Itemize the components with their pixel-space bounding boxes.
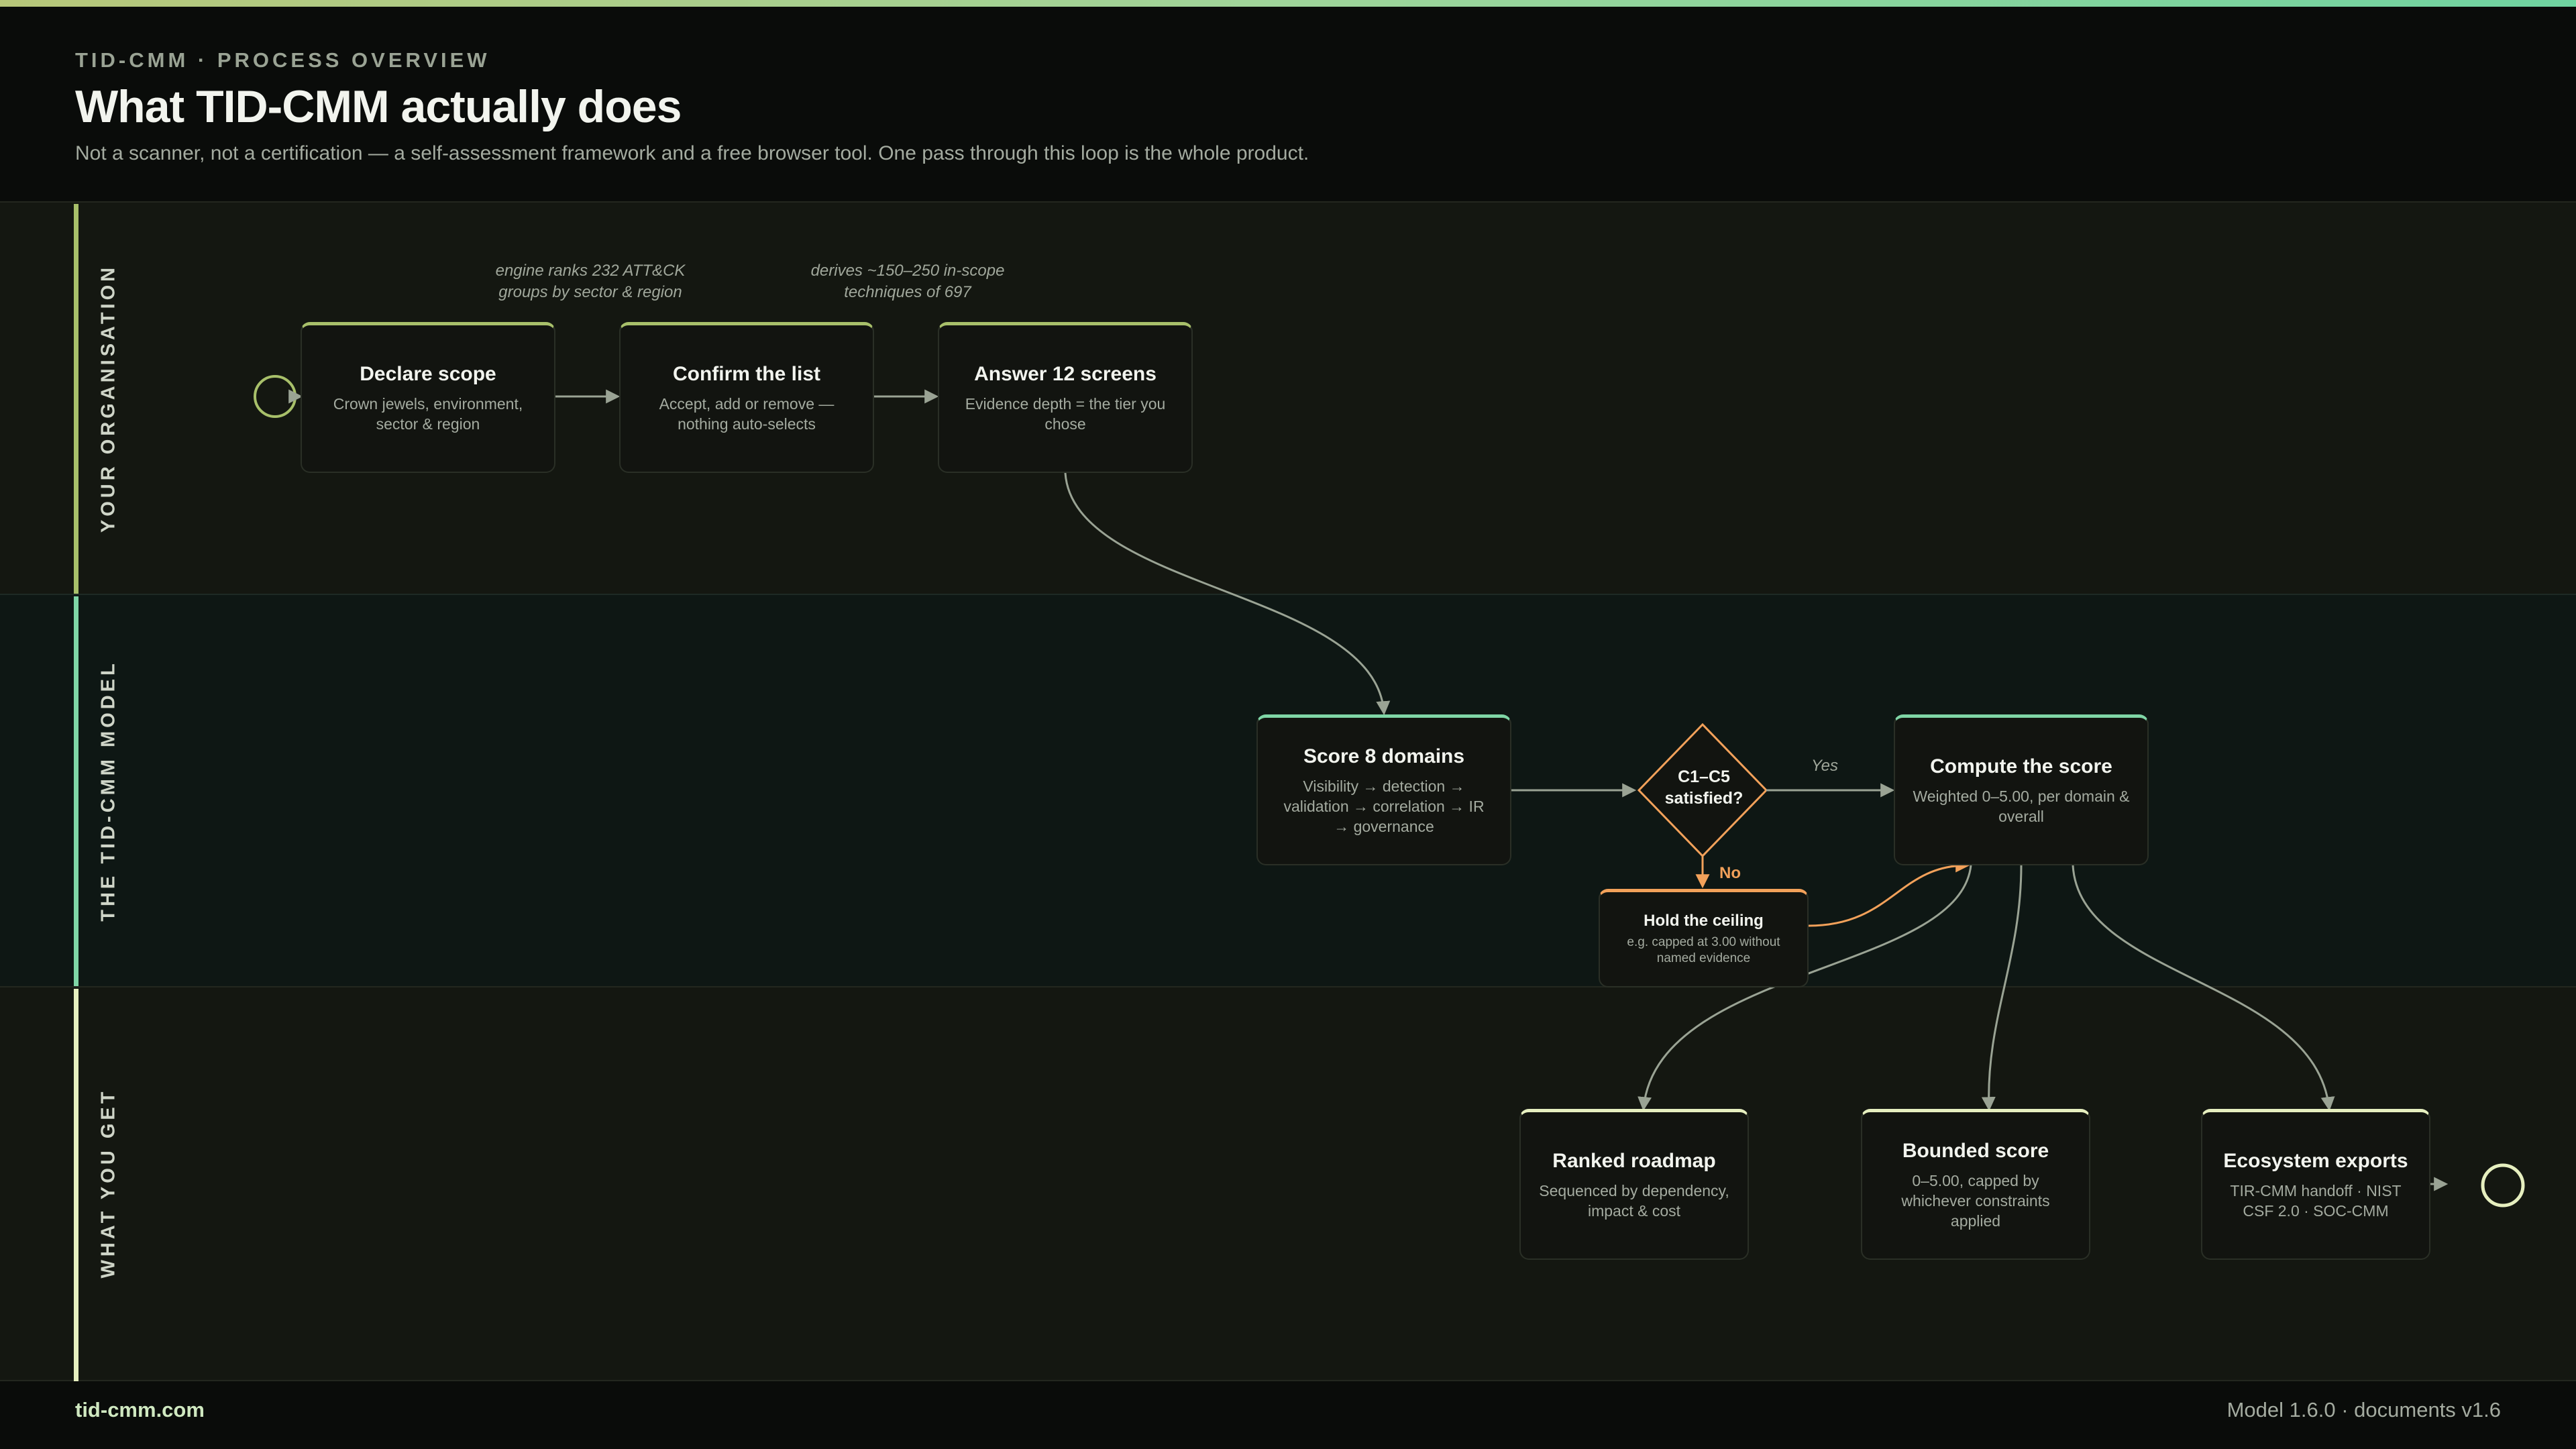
start-event (254, 375, 297, 418)
edge-label-no: No (1719, 864, 1741, 882)
arrow-ceiling-to-compute (1808, 858, 1970, 927)
page-footer: tid-cmm.com Model 1.6.0 · documents v1.6 (0, 1382, 2576, 1449)
edge-label-yes: Yes (1811, 757, 1839, 775)
node-confirm-list: Confirm the list Accept, add or remove —… (619, 322, 874, 473)
node-bounded-score: Bounded score 0–5.00, capped by whicheve… (1861, 1109, 2090, 1260)
version-label: Model 1.6.0 · documents v1.6 (2226, 1398, 2501, 1421)
node-ranked-roadmap: Ranked roadmap Sequenced by dependency, … (1519, 1109, 1749, 1260)
arrow-compute-to-exports (2072, 865, 2335, 1112)
node-title: Declare scope (360, 363, 496, 385)
node-score-domains: Score 8 domains Visibility → detection →… (1256, 714, 1511, 865)
node-title: Answer 12 screens (974, 363, 1157, 385)
node-compute-score: Compute the score Weighted 0–5.00, per d… (1894, 714, 2149, 865)
node-hold-ceiling: Hold the ceiling e.g. capped at 3.00 wit… (1599, 889, 1809, 987)
node-description: 0–5.00, capped by whichever constraints … (1901, 1172, 2050, 1230)
node-description: Accept, add or remove — nothing auto-sel… (659, 395, 835, 433)
node-description: Evidence depth = the tier you chose (965, 395, 1166, 433)
node-title: Hold the ceiling (1644, 912, 1764, 930)
annotation-engine-ranks: engine ranks 232 ATT&CK groups by sector… (495, 262, 686, 301)
node-declare-scope: Declare scope Crown jewels, environment,… (301, 322, 555, 473)
node-description: Visibility → detection → validation → co… (1283, 777, 1485, 835)
arrow-compute-to-bounded (1981, 865, 2023, 1112)
node-ecosystem-exports: Ecosystem exports TIR-CMM handoff · NIST… (2201, 1109, 2430, 1260)
node-title: Ranked roadmap (1552, 1150, 1716, 1172)
node-description: TIR-CMM handoff · NIST CSF 2.0 · SOC-CMM (2230, 1182, 2402, 1220)
node-description: Crown jewels, environment, sector & regi… (333, 395, 523, 433)
end-event (2481, 1163, 2525, 1208)
decision-label: C1–C5 satisfied? (1664, 767, 1743, 808)
node-description: e.g. capped at 3.00 without named eviden… (1627, 935, 1780, 965)
node-answer-screens: Answer 12 screens Evidence depth = the t… (938, 322, 1193, 473)
arrow-answer-to-score (1064, 472, 1391, 716)
annotation-derives-techniques: derives ~150–250 in-scope techniques of … (810, 262, 1005, 301)
node-title: Bounded score (1902, 1140, 2049, 1162)
node-description: Sequenced by dependency, impact & cost (1539, 1182, 1729, 1220)
node-title: Score 8 domains (1303, 745, 1465, 767)
site-link[interactable]: tid-cmm.com (75, 1398, 205, 1422)
node-title: Ecosystem exports (2223, 1150, 2408, 1172)
node-description: Weighted 0–5.00, per domain & overall (1913, 788, 2130, 825)
node-title: Compute the score (1930, 755, 2112, 777)
node-title: Confirm the list (672, 363, 820, 385)
